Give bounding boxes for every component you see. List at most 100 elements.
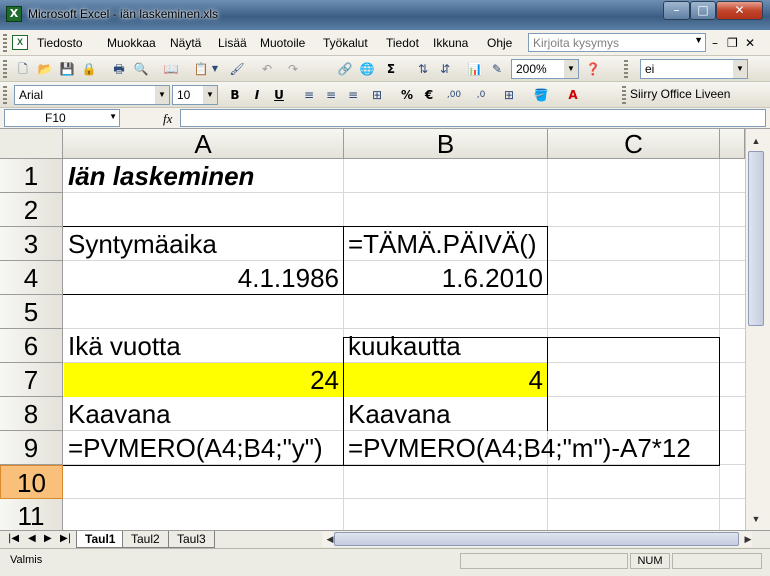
row-header-2[interactable]: 2 xyxy=(0,193,63,227)
menu-data[interactable]: Tiedot xyxy=(386,36,419,50)
sheet-tab-taul1[interactable]: Taul1 xyxy=(76,531,125,548)
column-header-c[interactable]: C xyxy=(548,129,720,159)
menu-help[interactable]: Ohje xyxy=(487,36,512,50)
save-icon[interactable]: 💾 xyxy=(58,60,76,78)
autosum-button[interactable]: Σ xyxy=(382,60,400,78)
row-header-6[interactable]: 6 xyxy=(0,329,63,363)
cell-b4[interactable]: 1.6.2010 xyxy=(344,261,547,295)
bold-button[interactable]: B xyxy=(226,86,244,104)
align-center-icon[interactable]: ≡ xyxy=(322,86,340,104)
cell-b8[interactable]: Kaavana xyxy=(344,397,547,431)
horizontal-scrollbar[interactable]: ◀ ▶ xyxy=(322,531,752,547)
doc-minimize-icon[interactable]: – xyxy=(712,36,718,50)
menu-tools[interactable]: Työkalut xyxy=(323,36,368,50)
print-icon[interactable]: 🖶 xyxy=(110,60,128,78)
workbook-icon[interactable]: X xyxy=(12,35,28,50)
percent-button[interactable]: % xyxy=(398,86,416,104)
next-sheet-icon[interactable]: ▶ xyxy=(44,533,52,544)
maximize-button[interactable]: □ xyxy=(690,1,716,20)
research-icon[interactable]: 📖 xyxy=(162,60,180,78)
row-header-8[interactable]: 8 xyxy=(0,397,63,431)
menu-view[interactable]: Näytä xyxy=(170,36,201,50)
minimize-button[interactable]: – xyxy=(663,1,690,20)
row-header-9[interactable]: 9 xyxy=(0,431,63,465)
new-icon[interactable]: 🗋 xyxy=(14,60,32,78)
cell-a9[interactable]: =PVMERO(A4;B4;"y") xyxy=(64,431,343,465)
sheet-tab-taul3[interactable]: Taul3 xyxy=(168,531,215,548)
close-button[interactable]: ✕ xyxy=(716,1,763,20)
cell-a1[interactable]: Iän laskeminen xyxy=(64,159,343,193)
redo-icon[interactable]: ↷ xyxy=(284,60,302,78)
cell-a7[interactable]: 24 xyxy=(64,363,343,397)
row-header-1[interactable]: 1 xyxy=(0,159,63,193)
chevron-down-icon[interactable]: ▼ xyxy=(203,86,217,104)
euro-button[interactable]: € xyxy=(420,86,438,104)
scroll-thumb[interactable] xyxy=(334,532,739,546)
doc-close-icon[interactable]: ✕ xyxy=(745,36,755,50)
decrease-decimal-button[interactable]: ,0 xyxy=(470,86,492,104)
prev-sheet-icon[interactable]: ◀ xyxy=(28,533,36,544)
scroll-thumb[interactable] xyxy=(748,151,764,326)
chevron-down-icon[interactable]: ▼ xyxy=(155,86,169,104)
align-left-icon[interactable]: ≡ xyxy=(300,86,318,104)
font-select[interactable]: Arial ▼ xyxy=(14,85,170,105)
excel-app-icon[interactable]: X xyxy=(6,6,22,22)
vertical-scrollbar[interactable]: ▲ ▼ xyxy=(745,129,770,530)
scroll-down-icon[interactable]: ▼ xyxy=(748,511,764,527)
sort-descending-icon[interactable]: ⇵ xyxy=(436,60,454,78)
sharepoint-icon[interactable]: 🌐 xyxy=(358,60,376,78)
merge-center-icon[interactable]: ⊞ xyxy=(368,86,386,104)
menu-format[interactable]: Muotoile xyxy=(260,36,305,50)
menu-file[interactable]: Tiedosto xyxy=(37,36,83,50)
cell-b3[interactable]: =TÄMÄ.PÄIVÄ() xyxy=(344,227,547,261)
borders-icon[interactable]: ⊞ xyxy=(500,86,518,104)
toolbar-grip[interactable] xyxy=(3,60,7,78)
row-header-4[interactable]: 4 xyxy=(0,261,63,295)
chevron-down-icon[interactable]: ▼ xyxy=(733,60,747,78)
column-header-d[interactable] xyxy=(720,129,745,159)
italic-button[interactable]: I xyxy=(248,86,266,104)
menu-edit[interactable]: Muokkaa xyxy=(107,36,156,50)
toolbar-grip[interactable] xyxy=(622,86,626,104)
drawing-icon[interactable]: ✎ xyxy=(488,60,506,78)
zoom-select[interactable]: 200% ▼ xyxy=(511,59,579,79)
name-box[interactable]: F10 ▼ xyxy=(4,109,120,127)
print-preview-icon[interactable]: 🔍 xyxy=(132,60,150,78)
paste-icon[interactable]: 📋 xyxy=(192,60,210,78)
cell-b9[interactable]: =PVMERO(A4;B4;"m")-A7*12 xyxy=(344,431,720,465)
chevron-down-icon[interactable]: ▼ xyxy=(109,112,117,121)
scroll-right-icon[interactable]: ▶ xyxy=(740,531,756,547)
row-header-5[interactable]: 5 xyxy=(0,295,63,329)
insert-function-button[interactable]: fx xyxy=(163,111,172,127)
chevron-down-icon[interactable]: ▼ xyxy=(564,60,578,78)
font-color-icon[interactable]: A xyxy=(564,86,582,104)
permission-icon[interactable]: 🔒 xyxy=(80,60,98,78)
row-header-11[interactable]: 11 xyxy=(0,499,63,530)
worksheet-grid[interactable]: A B C 1 2 3 4 5 6 7 8 9 10 11 Iän laskem… xyxy=(0,129,745,530)
fill-color-icon[interactable]: 🪣 xyxy=(532,86,550,104)
align-right-icon[interactable]: ≡ xyxy=(344,86,362,104)
help-search-input[interactable]: Kirjoita kysymys ▼ xyxy=(528,33,706,52)
menu-window[interactable]: Ikkuna xyxy=(433,36,468,50)
office-live-link[interactable]: Siirry Office Liveen xyxy=(630,87,730,101)
cell-a6[interactable]: Ikä vuotta xyxy=(64,329,343,363)
help-icon[interactable]: ❓ xyxy=(584,60,602,78)
sheet-tab-taul2[interactable]: Taul2 xyxy=(122,531,169,548)
row-header-7[interactable]: 7 xyxy=(0,363,63,397)
last-sheet-icon[interactable]: ▶| xyxy=(60,533,71,544)
column-header-a[interactable]: A xyxy=(63,129,344,159)
column-header-b[interactable]: B xyxy=(344,129,548,159)
cell-b6[interactable]: kuukautta xyxy=(344,329,547,363)
cell-a8[interactable]: Kaavana xyxy=(64,397,343,431)
cell-a3[interactable]: Syntymäaika xyxy=(64,227,343,261)
font-size-select[interactable]: 10 ▼ xyxy=(172,85,218,105)
open-icon[interactable]: 📂 xyxy=(36,60,54,78)
format-painter-icon[interactable]: 🖌 xyxy=(228,60,246,78)
cell-a4[interactable]: 4.1.1986 xyxy=(64,261,343,295)
row-header-3[interactable]: 3 xyxy=(0,227,63,261)
toolbar-grip[interactable] xyxy=(3,86,7,104)
increase-decimal-button[interactable]: ,00 xyxy=(442,86,466,104)
undo-icon[interactable]: ↶ xyxy=(258,60,276,78)
cell-b7[interactable]: 4 xyxy=(344,363,547,397)
toolbar-grip[interactable] xyxy=(624,60,628,78)
